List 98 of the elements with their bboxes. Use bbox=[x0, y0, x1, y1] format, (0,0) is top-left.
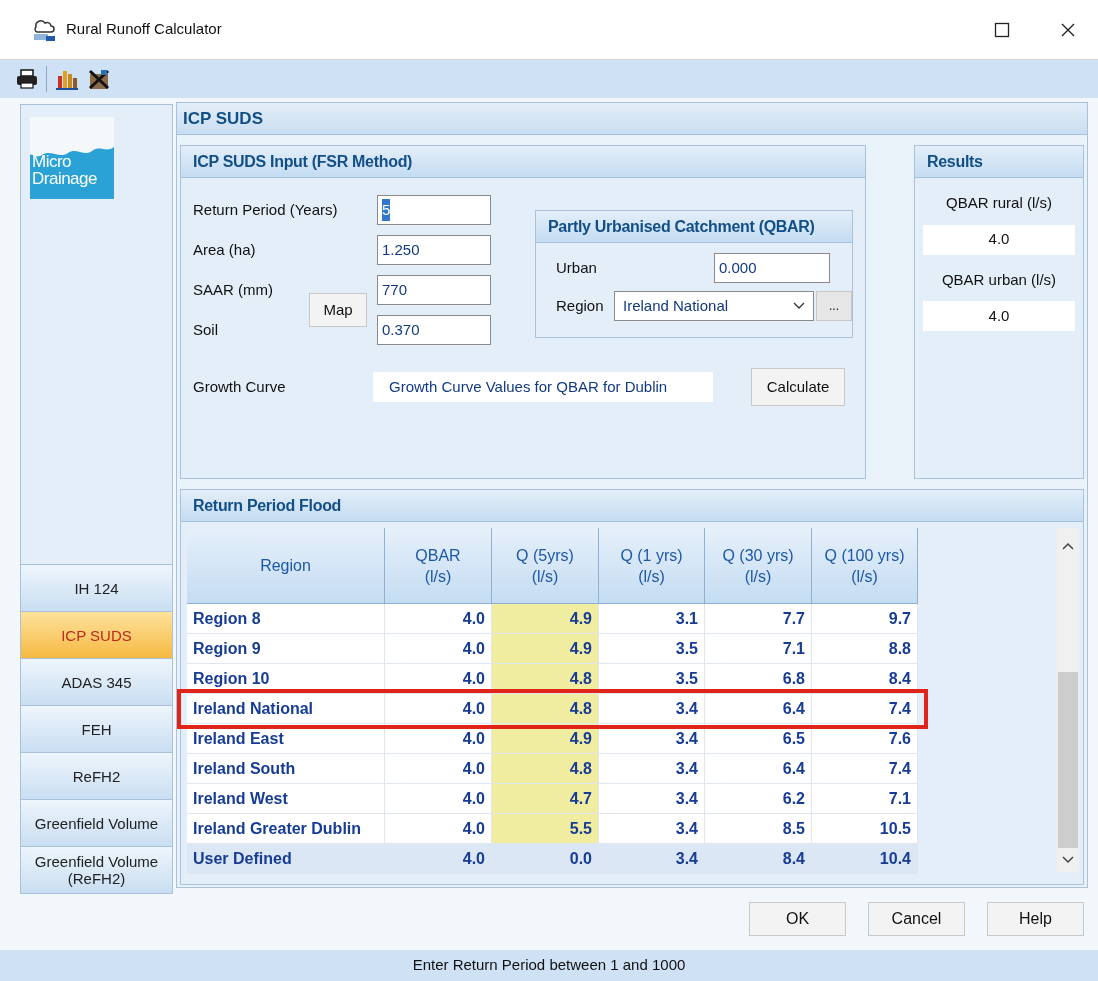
table-cell: 6.4 bbox=[705, 694, 812, 724]
group-title: Return Period Flood bbox=[181, 490, 1083, 522]
sidebar-item[interactable]: ICP SUDS bbox=[21, 611, 172, 658]
table-cell: 4.0 bbox=[385, 634, 492, 664]
table-cell: Ireland West bbox=[187, 784, 385, 814]
table-cell: 4.0 bbox=[385, 814, 492, 844]
panel-title: ICP SUDS bbox=[177, 103, 1087, 135]
logo-text: Drainage bbox=[32, 170, 97, 187]
table-cell: 4.7 bbox=[492, 784, 599, 814]
table-cell: 7.1 bbox=[705, 634, 812, 664]
table-cell: 7.4 bbox=[812, 754, 918, 784]
table-cell: 4.0 bbox=[385, 604, 492, 634]
column-header[interactable]: Region bbox=[187, 528, 385, 604]
input-field[interactable]: 0.370 bbox=[377, 315, 491, 345]
input-field[interactable]: 5 bbox=[377, 195, 491, 225]
input-field[interactable]: 1.250 bbox=[377, 235, 491, 265]
map-button[interactable]: Map bbox=[309, 293, 367, 327]
scroll-down-icon[interactable] bbox=[1062, 856, 1074, 864]
table-cell: User Defined bbox=[187, 844, 385, 874]
table-cell: 4.8 bbox=[492, 694, 599, 724]
sidebar-item[interactable]: ADAS 345 bbox=[21, 658, 172, 705]
sidebar-item[interactable]: Greenfield Volume (ReFH2) bbox=[21, 846, 172, 893]
dialog-button[interactable]: Help bbox=[987, 902, 1084, 936]
logo-text: Micro bbox=[32, 153, 73, 170]
maximize-icon[interactable] bbox=[994, 21, 1010, 38]
table-cell: 3.4 bbox=[599, 844, 705, 874]
group-title: Partly Urbanised Catchment (QBAR) bbox=[536, 211, 852, 243]
group-title: ICP SUDS Input (FSR Method) bbox=[181, 146, 865, 178]
table-cell: 8.8 bbox=[812, 634, 918, 664]
print-icon[interactable] bbox=[16, 69, 38, 89]
column-header[interactable]: Q (30 yrs) (l/s) bbox=[705, 528, 812, 604]
dialog-button[interactable]: Cancel bbox=[868, 902, 965, 936]
dialog-button[interactable]: OK bbox=[749, 902, 846, 936]
result-label: QBAR rural (l/s) bbox=[945, 193, 1053, 213]
table-cell: 4.0 bbox=[385, 694, 492, 724]
field-label: Growth Curve bbox=[193, 376, 287, 397]
sidebar-item[interactable]: ReFH2 bbox=[21, 752, 172, 799]
table-cell: 10.5 bbox=[812, 814, 918, 844]
result-value-field: 4.0 bbox=[923, 224, 1075, 255]
table-cell: 4.0 bbox=[385, 844, 492, 874]
table-cell: 3.5 bbox=[599, 634, 705, 664]
sidebar-item[interactable]: FEH bbox=[21, 705, 172, 752]
field-label: SAAR (mm) bbox=[193, 279, 273, 300]
table-cell: Region 8 bbox=[187, 604, 385, 634]
table-cell: 4.9 bbox=[492, 634, 599, 664]
table-cell: 8.4 bbox=[705, 844, 812, 874]
window-title: Rural Runoff Calculator bbox=[66, 19, 222, 40]
table-cell: Region 9 bbox=[187, 634, 385, 664]
table-cell: 4.0 bbox=[385, 784, 492, 814]
column-header[interactable]: Q (1 yrs) (l/s) bbox=[599, 528, 705, 604]
result-value-field: 4.0 bbox=[923, 301, 1075, 331]
scroll-thumb[interactable] bbox=[1058, 672, 1078, 848]
sidebar-item[interactable]: IH 124 bbox=[21, 564, 172, 611]
table-cell: 3.4 bbox=[599, 694, 705, 724]
field-label: Soil bbox=[193, 319, 218, 340]
result-label: QBAR urban (l/s) bbox=[940, 269, 1058, 290]
table-cell: 3.4 bbox=[599, 784, 705, 814]
scrollbar[interactable] bbox=[1057, 528, 1079, 872]
table-cell: 3.4 bbox=[599, 814, 705, 844]
sidebar-item[interactable]: Greenfield Volume bbox=[21, 799, 172, 846]
table-cell: 7.4 bbox=[812, 694, 918, 724]
field-label: Urban bbox=[556, 257, 598, 278]
table-cell: 0.0 bbox=[492, 844, 599, 874]
calculate-button[interactable]: Calculate bbox=[751, 368, 845, 406]
table-cell: 9.7 bbox=[812, 604, 918, 634]
column-header[interactable]: Q (5yrs) (l/s) bbox=[492, 528, 599, 604]
field-label: Region bbox=[556, 295, 605, 316]
field-label: Area (ha) bbox=[193, 239, 256, 260]
status-text: Enter Return Period between 1 and 1000 bbox=[412, 955, 686, 976]
close-icon[interactable] bbox=[1060, 21, 1076, 38]
chevron-down-icon bbox=[793, 302, 805, 310]
field-label: Return Period (Years) bbox=[193, 199, 338, 220]
table-cell: 7.1 bbox=[812, 784, 918, 814]
table-cell: 4.9 bbox=[492, 604, 599, 634]
column-header[interactable]: Q (100 yrs) (l/s) bbox=[812, 528, 918, 604]
table-cell: 6.2 bbox=[705, 784, 812, 814]
table-cell: 7.7 bbox=[705, 604, 812, 634]
table-cell: Ireland Greater Dublin bbox=[187, 814, 385, 844]
group-title: Results bbox=[915, 146, 1083, 178]
table-cell: 3.4 bbox=[599, 754, 705, 784]
input-field[interactable]: 770 bbox=[377, 275, 491, 305]
region-dropdown[interactable]: Ireland National bbox=[614, 291, 814, 321]
input-field[interactable]: 0.000 bbox=[714, 253, 830, 283]
more-button[interactable]: ... bbox=[816, 291, 852, 321]
table-cell: 8.5 bbox=[705, 814, 812, 844]
table-cell: 4.0 bbox=[385, 754, 492, 784]
table-cell: 5.5 bbox=[492, 814, 599, 844]
scroll-up-icon[interactable] bbox=[1062, 542, 1074, 550]
table-cell: 6.4 bbox=[705, 754, 812, 784]
chart-delete-icon[interactable] bbox=[87, 68, 111, 90]
table-cell: 10.4 bbox=[812, 844, 918, 874]
growth-curve-field: Growth Curve Values for QBAR for Dublin bbox=[373, 372, 713, 402]
table-cell: 3.1 bbox=[599, 604, 705, 634]
table-cell: 4.8 bbox=[492, 754, 599, 784]
bar-chart-icon[interactable] bbox=[55, 68, 79, 90]
table-cell: Ireland South bbox=[187, 754, 385, 784]
table-cell: Ireland National bbox=[187, 694, 385, 724]
column-header[interactable]: QBAR (l/s) bbox=[385, 528, 492, 604]
